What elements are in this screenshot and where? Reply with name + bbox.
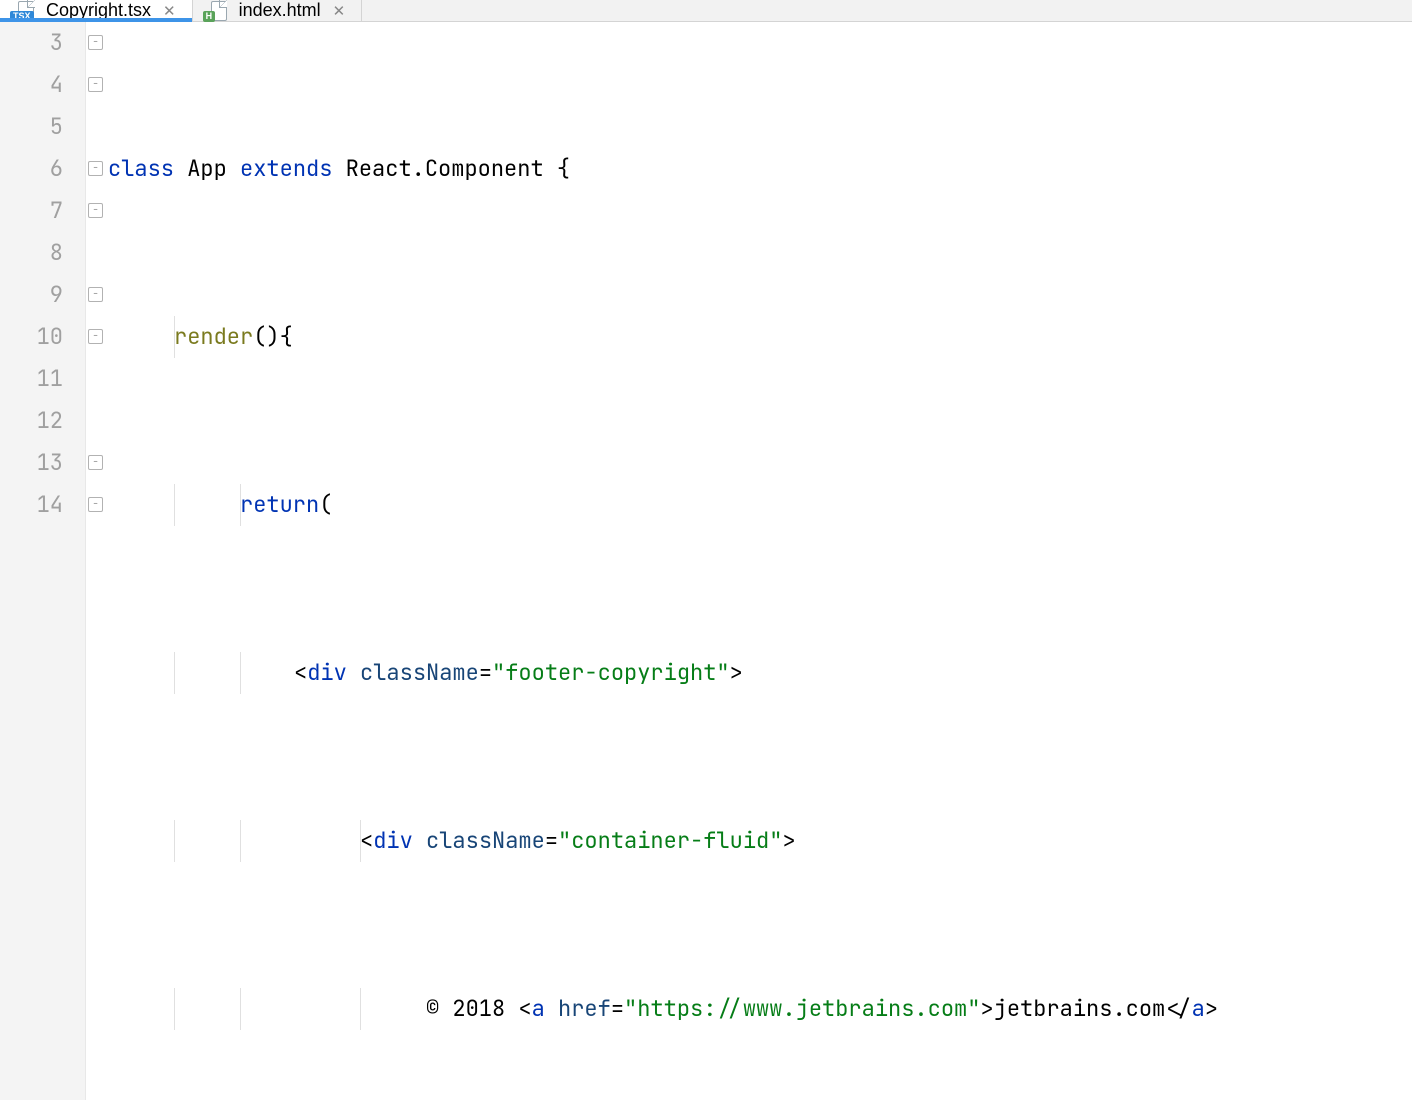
line-number: 9: [0, 274, 63, 316]
tab-index-html[interactable]: H index.html ✕: [193, 0, 363, 21]
file-tsx-icon: TSX: [14, 1, 38, 21]
code-line[interactable]: class App extends React.Component {: [108, 148, 1412, 190]
code-line[interactable]: <div className="footer-copyright">: [108, 652, 1412, 694]
fold-column: [86, 22, 108, 1100]
fold-toggle-icon[interactable]: [88, 497, 103, 512]
code-line[interactable]: © 2018 <a href="https://www.jetbrains.co…: [108, 988, 1412, 1030]
fold-toggle-icon[interactable]: [88, 35, 103, 50]
code-editor[interactable]: 34567891011121314 class App extends Reac…: [0, 22, 1412, 1100]
line-number: 3: [0, 22, 63, 64]
tab-copyright-tsx[interactable]: TSX Copyright.tsx ✕: [0, 0, 193, 21]
fold-toggle-icon[interactable]: [88, 77, 103, 92]
code-area[interactable]: class App extends React.Component { rend…: [108, 22, 1412, 1100]
line-number: 6: [0, 148, 63, 190]
code-line[interactable]: return(: [108, 484, 1412, 526]
fold-toggle-icon[interactable]: [88, 287, 103, 302]
tab-label: Copyright.tsx: [46, 0, 151, 21]
line-number: 10: [0, 316, 63, 358]
line-number: 8: [0, 232, 63, 274]
line-number: 12: [0, 400, 63, 442]
tab-label: index.html: [239, 0, 321, 21]
line-number: 7: [0, 190, 63, 232]
fold-toggle-icon[interactable]: [88, 161, 103, 176]
fold-toggle-icon[interactable]: [88, 455, 103, 470]
line-number: 5: [0, 106, 63, 148]
close-icon[interactable]: ✕: [329, 2, 350, 20]
line-number: 13: [0, 442, 63, 484]
file-html-icon: H: [207, 1, 231, 21]
fold-toggle-icon[interactable]: [88, 203, 103, 218]
line-number: 4: [0, 64, 63, 106]
line-number: 14: [0, 484, 63, 526]
gutter: 34567891011121314: [0, 22, 86, 1100]
code-line[interactable]: render(){: [108, 316, 1412, 358]
tab-bar: TSX Copyright.tsx ✕ H index.html ✕: [0, 0, 1412, 22]
fold-toggle-icon[interactable]: [88, 329, 103, 344]
line-number: 11: [0, 358, 63, 400]
code-line[interactable]: <div className="container-fluid">: [108, 820, 1412, 862]
close-icon[interactable]: ✕: [159, 2, 180, 20]
